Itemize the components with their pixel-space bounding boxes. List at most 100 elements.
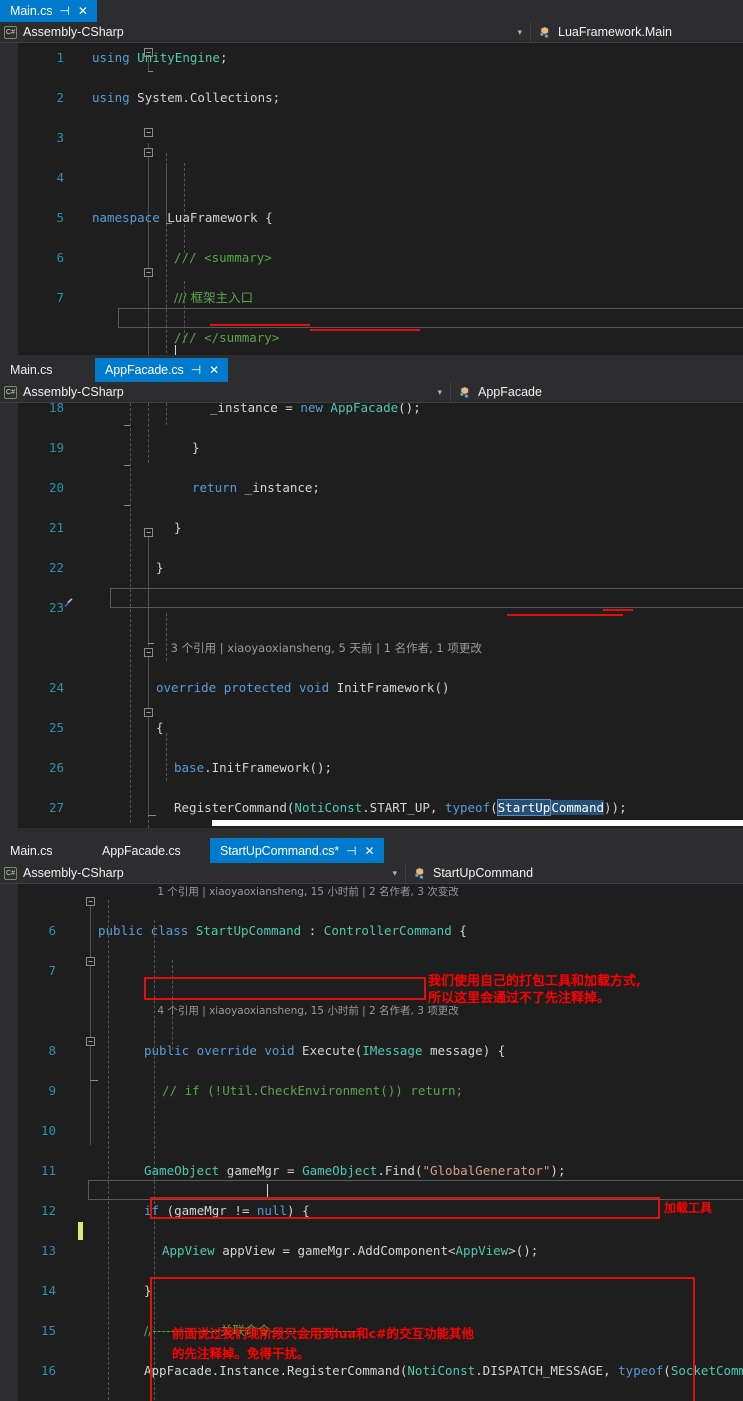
chevron-down-icon[interactable]: ▾: [392, 868, 397, 879]
codelens[interactable]: 3 个引用 | xiaoyaoxiansheng, 5 天前 | 1 名作者, …: [18, 638, 743, 658]
codelens-text[interactable]: 1 个引用 | xiaoyaoxiansheng, 15 小时前 | 2 名作者…: [144, 884, 743, 902]
line-text: using System.Collections;: [92, 90, 281, 105]
editor-code-area[interactable]: − − − − 1 using UnityEngine; 2 using Syste…: [18, 43, 743, 355]
project-selector-2[interactable]: C# Assembly-CSharp ▾: [0, 385, 450, 399]
tab-label: Main.cs: [10, 363, 53, 377]
line-text: override protected void InitFramework(): [156, 680, 450, 695]
line-number: 18: [48, 403, 64, 415]
code-line[interactable]: 26 base.InitFramework();: [18, 758, 743, 778]
tab-main-cs[interactable]: Main.cs ⊣ ✕: [0, 0, 97, 22]
tab-label: AppFacade.cs: [102, 843, 181, 858]
code-line[interactable]: 13 AppView appView = gameMgr.AddComponent…: [41, 1241, 743, 1261]
code-line[interactable]: 20 return _instance;: [18, 478, 743, 498]
line-number: 15: [40, 1323, 56, 1338]
code-line[interactable]: 1 using UnityEngine;: [18, 48, 743, 68]
project-name: Assembly-CSharp: [23, 25, 124, 39]
chevron-down-icon[interactable]: ▾: [517, 27, 522, 38]
tab-main-cs-2[interactable]: Main.cs: [0, 358, 95, 382]
code-line[interactable]: 4: [18, 168, 743, 188]
code-editor-startupcommand[interactable]: − − − 1 个引用 | xiaoyaoxiansheng, 15 小时前 |…: [0, 884, 743, 1401]
code-line[interactable]: 10: [41, 1121, 743, 1141]
code-line[interactable]: 2 using System.Collections;: [18, 88, 743, 108]
line-number: 6: [56, 250, 64, 265]
close-icon[interactable]: ✕: [364, 845, 376, 857]
red-underline-annotation: [603, 609, 633, 611]
text-caret: [267, 1184, 268, 1198]
text-caret: [175, 345, 176, 355]
line-number: 7: [56, 290, 64, 305]
code-line[interactable]: 8 public override void Execute(IMessage m…: [48, 1041, 743, 1061]
code-line[interactable]: 22}: [18, 558, 743, 578]
line-text: // if (!Util.CheckEnvironment()) return;: [162, 1083, 464, 1098]
code-line[interactable]: 19}: [18, 438, 743, 458]
line-number: 12: [40, 1203, 56, 1218]
member-selector-3[interactable]: StartUpCommand: [406, 866, 743, 880]
project-selector-3[interactable]: C# Assembly-CSharp ▾: [0, 866, 405, 880]
tab-label: Main.cs: [10, 4, 53, 18]
code-line[interactable]: 21}: [18, 518, 743, 538]
close-icon[interactable]: ✕: [77, 5, 89, 17]
editor-panel-main: Main.cs ⊣ ✕ C# Assembly-CSharp ▾ LuaFram…: [0, 0, 743, 355]
code-line[interactable]: 24 override protected void InitFramework(…: [18, 678, 743, 698]
member-selector-2[interactable]: AppFacade: [451, 385, 743, 399]
code-line[interactable]: /// </summary>: [18, 328, 743, 348]
code-line[interactable]: 27 RegisterCommand(NotiConst.START_UP, ty…: [18, 798, 743, 818]
pin-icon[interactable]: ⊣: [345, 845, 357, 857]
line-text: _instance = new AppFacade();: [210, 403, 421, 415]
member-name: LuaFramework.Main: [558, 25, 672, 39]
line-text: base.InitFramework();: [174, 760, 333, 775]
navigation-bar-panel-1: C# Assembly-CSharp ▾ LuaFramework.Main: [0, 22, 743, 43]
horizontal-scrollbar[interactable]: [212, 820, 743, 826]
codelens[interactable]: 1 个引用 | xiaoyaoxiansheng, 15 小时前 | 2 名作者…: [58, 884, 743, 902]
tab-appfacade-cs[interactable]: AppFacade.cs ⊣ ✕: [95, 358, 229, 382]
tab-startupcommand-cs[interactable]: StartUpCommand.cs* ⊣ ✕: [210, 838, 384, 863]
line-number: 11: [40, 1163, 56, 1178]
code-line[interactable]: 25 {: [18, 718, 743, 738]
fold-toggle[interactable]: −: [144, 708, 153, 717]
member-name: StartUpCommand: [433, 866, 534, 880]
tab-appfacade-cs-3[interactable]: AppFacade.cs: [92, 838, 210, 863]
tab-label: Main.cs: [10, 843, 53, 858]
codelens-text[interactable]: 3 个引用 | xiaoyaoxiansheng, 5 天前 | 1 名作者, …: [156, 638, 743, 658]
project-selector-1[interactable]: C# Assembly-CSharp ▾: [0, 25, 530, 39]
code-line[interactable]: 18 _instance = new AppFacade();: [18, 403, 743, 418]
red-underline-annotation: [210, 324, 310, 326]
code-line[interactable]: 23: [18, 598, 743, 618]
line-number: 16: [40, 1363, 56, 1378]
visual-studio-window: Main.cs ⊣ ✕ C# Assembly-CSharp ▾ LuaFram…: [0, 0, 743, 1401]
code-line[interactable]: 6 /// <summary>: [18, 248, 743, 268]
fold-toggle[interactable]: −: [144, 268, 153, 277]
red-box-annotation: [150, 1197, 660, 1219]
code-editor-main[interactable]: − − − − 1 using UnityEngine; 2 using Syste…: [0, 43, 743, 355]
code-line[interactable]: 11 GameObject gameMgr = GameObject.Find("…: [41, 1161, 743, 1181]
line-text: RegisterCommand(NotiConst.START_UP, type…: [174, 799, 627, 816]
editor-code-area[interactable]: − − − 18 _instance = new AppFacade(); 19}…: [18, 403, 743, 828]
selected-text: StartUp: [496, 799, 552, 816]
cube-icon: [459, 386, 469, 398]
pin-icon[interactable]: ⊣: [58, 5, 70, 17]
line-text: GameObject gameMgr = GameObject.Find("Gl…: [144, 1163, 566, 1178]
code-line[interactable]: 3: [18, 128, 743, 148]
editor-panel-appfacade: Main.cs AppFacade.cs ⊣ ✕ C# Assembly-CSh…: [0, 358, 743, 835]
close-icon[interactable]: ✕: [208, 364, 220, 376]
tab-main-cs-3[interactable]: Main.cs: [0, 838, 92, 863]
cube-icon: [414, 867, 424, 879]
red-box-annotation: [144, 977, 426, 1000]
fold-toggle[interactable]: −: [144, 148, 153, 157]
csharp-file-icon: C#: [4, 25, 17, 39]
line-number: 26: [48, 760, 64, 775]
quick-actions-screwdriver-icon[interactable]: [60, 596, 74, 610]
code-line[interactable]: 9 // if (!Util.CheckEnvironment()) return…: [48, 1081, 743, 1101]
selected-text: Command: [550, 800, 605, 815]
code-editor-appfacade[interactable]: − − − 18 _instance = new AppFacade(); 19}…: [0, 403, 743, 828]
annotation-line-2: 的先注释掉。免得干扰。: [172, 1346, 310, 1361]
code-line[interactable]: 6 public class StartUpCommand : Controlle…: [48, 921, 743, 941]
pin-icon[interactable]: ⊣: [190, 364, 202, 376]
line-number: 14: [40, 1283, 56, 1298]
line-number: 5: [56, 210, 64, 225]
chevron-down-icon[interactable]: ▾: [437, 387, 442, 398]
code-line[interactable]: 7 /// 框架主入口: [18, 288, 743, 308]
code-line[interactable]: 5 namespace LuaFramework {: [18, 208, 743, 228]
fold-guide-stub: [124, 465, 130, 466]
member-selector-1[interactable]: LuaFramework.Main: [531, 25, 743, 39]
